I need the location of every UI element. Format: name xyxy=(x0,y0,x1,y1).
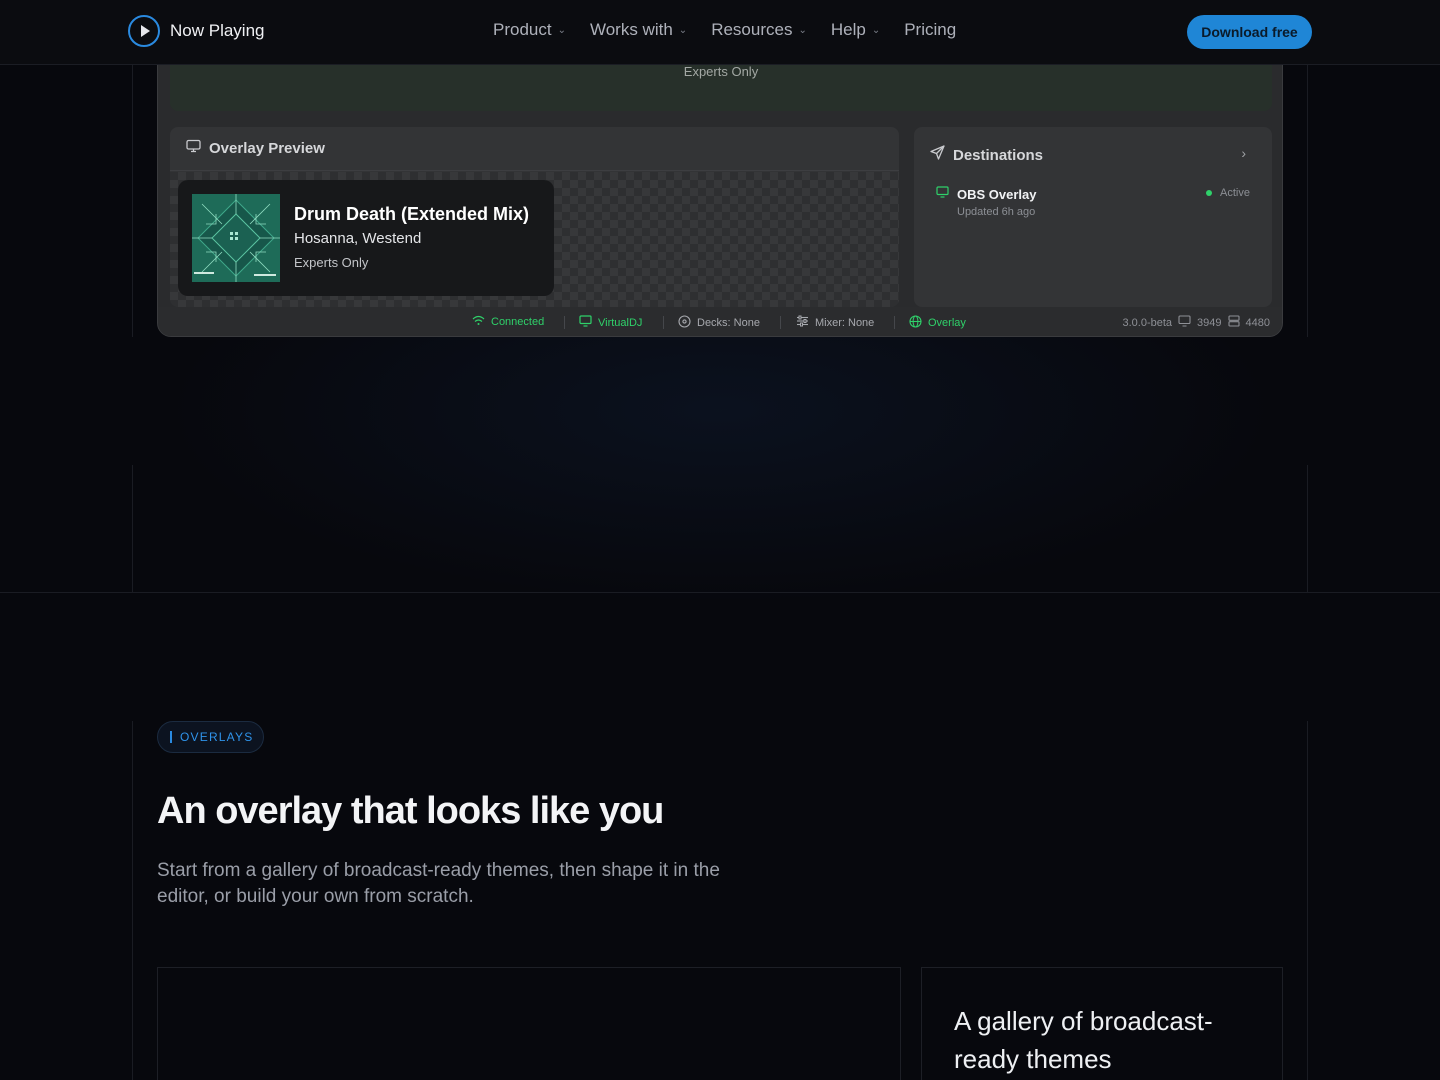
status-decks[interactable]: Decks: None xyxy=(678,315,760,331)
status-separator xyxy=(894,316,895,329)
destinations-card: Destinations › OBS Overlay Updated 6h ag… xyxy=(914,127,1272,307)
sliders-icon xyxy=(796,315,809,330)
download-button[interactable]: Download free xyxy=(1187,15,1312,49)
menu-item-resources[interactable]: Resources ⌄ xyxy=(711,20,807,40)
menu-item-label: Resources xyxy=(711,20,793,39)
menu-item-label: Help xyxy=(830,20,866,39)
section-heading: An overlay that looks like you xyxy=(157,790,664,832)
status-separator xyxy=(564,316,565,329)
status-source-label: VirtualDJ xyxy=(598,316,643,329)
overlay-preview-title: Overlay Preview xyxy=(209,140,325,157)
brand[interactable]: Now Playing xyxy=(128,15,265,47)
monitor-icon xyxy=(1178,315,1191,330)
status-source[interactable]: VirtualDJ xyxy=(579,315,642,330)
destination-item-obs[interactable]: OBS Overlay xyxy=(936,185,1037,203)
top-panel-text: Experts Only xyxy=(683,64,759,79)
section-tag: OVERLAYS xyxy=(157,721,264,753)
destinations-header: Destinations xyxy=(930,145,1043,165)
album-art xyxy=(192,194,280,282)
chevron-down-icon: ⌄ xyxy=(557,24,566,36)
menu-item-label: Works with xyxy=(589,20,673,39)
guide-line xyxy=(1307,65,1308,337)
menu-item-product[interactable]: Product ⌄ xyxy=(493,20,566,40)
chevron-right-icon[interactable]: › xyxy=(1241,145,1246,161)
menu-item-works-with[interactable]: Works with ⌄ xyxy=(590,20,687,40)
play-logo-icon xyxy=(128,15,160,47)
chevron-down-icon: ⌄ xyxy=(798,24,807,36)
guide-line xyxy=(1307,465,1308,593)
menu-item-help[interactable]: Help ⌄ xyxy=(831,20,880,40)
app-window-preview: Experts Only Overlay Preview Drum Death … xyxy=(157,40,1283,337)
status-decks-label: Decks: None xyxy=(697,317,760,329)
status-bar: Connected VirtualDJ Decks: None Mixer: N… xyxy=(158,307,1282,336)
guide-line xyxy=(1307,721,1308,1080)
chevron-down-icon: ⌄ xyxy=(678,24,688,36)
wifi-icon xyxy=(472,315,485,329)
status-overlay-label: Overlay xyxy=(928,317,966,329)
feature-card-preview xyxy=(157,967,901,1080)
status-mixer-label: Mixer: None xyxy=(815,316,875,329)
destinations-title: Destinations xyxy=(953,146,1044,164)
now-playing-widget: Drum Death (Extended Mix) Hosanna, Weste… xyxy=(178,180,554,296)
menu-item-label: Pricing xyxy=(904,20,957,39)
menu-item-label: Product xyxy=(493,20,552,39)
status-connected: Connected xyxy=(472,315,544,329)
port-a: 3949 xyxy=(1197,316,1222,329)
destination-status: Active xyxy=(1206,187,1250,199)
destination-name: OBS Overlay xyxy=(957,186,1037,202)
port-b: 4480 xyxy=(1245,316,1270,329)
status-separator xyxy=(780,316,781,329)
monitor-icon xyxy=(186,139,201,158)
status-separator xyxy=(663,316,664,329)
track-title: Drum Death (Extended Mix) xyxy=(294,204,530,224)
monitor-icon xyxy=(936,185,949,203)
destination-status-label: Active xyxy=(1220,187,1250,199)
chevron-down-icon: ⌄ xyxy=(871,24,881,36)
send-icon xyxy=(930,145,945,165)
overlay-preview-header: Overlay Preview xyxy=(170,127,899,171)
main-menu: Product ⌄ Works with ⌄ Resources ⌄ Help … xyxy=(493,20,980,40)
monitor-icon xyxy=(579,315,592,330)
top-navigation: Now Playing Product ⌄ Works with ⌄ Resou… xyxy=(0,0,1440,65)
status-connected-label: Connected xyxy=(491,316,545,328)
tag-bar xyxy=(170,731,172,743)
vinyl-icon xyxy=(678,315,691,331)
app-version: 3.0.0-beta xyxy=(1122,316,1173,329)
destination-updated: Updated 6h ago xyxy=(957,206,1036,218)
menu-item-pricing[interactable]: Pricing xyxy=(904,20,956,40)
globe-icon xyxy=(909,315,922,331)
guide-line xyxy=(132,721,133,1080)
track-artist: Hosanna, Westend xyxy=(294,230,422,247)
section-tag-label: OVERLAYS xyxy=(180,730,254,744)
brand-name: Now Playing xyxy=(170,21,265,40)
server-icon xyxy=(1227,315,1240,330)
guide-line xyxy=(132,465,133,593)
status-dot-icon xyxy=(1206,190,1213,196)
status-system-info: 3.0.0-beta 3949 4480 xyxy=(1122,315,1270,330)
overlay-preview-card: Overlay Preview Drum Death (Extended Mix… xyxy=(170,127,899,307)
status-mixer[interactable]: Mixer: None xyxy=(796,315,874,330)
guide-line xyxy=(132,65,133,337)
feature-card-heading: A gallery of broadcast-ready themes xyxy=(954,1006,1213,1074)
section-divider xyxy=(0,592,1440,593)
track-album: Experts Only xyxy=(294,255,369,270)
section-lead: Start from a gallery of broadcast-ready … xyxy=(157,860,720,907)
status-overlay[interactable]: Overlay xyxy=(909,315,966,331)
feature-card-gallery: A gallery of broadcast-ready themes xyxy=(921,967,1283,1080)
